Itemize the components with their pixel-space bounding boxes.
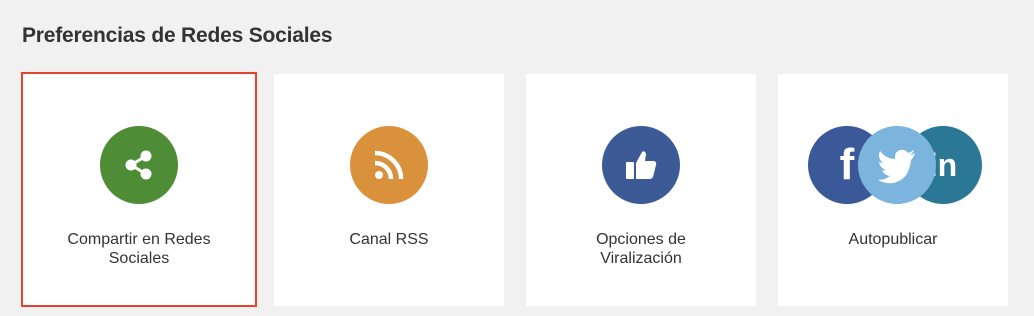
thumbs-up-icon — [602, 126, 680, 204]
card-label: Autopublicar — [848, 231, 938, 248]
card-share-social[interactable]: Compartir en Redes Sociales — [21, 72, 257, 307]
card-rss-feed[interactable]: Canal RSS — [274, 74, 504, 306]
card-label: Compartir en Redes Sociales — [67, 231, 211, 267]
card-viral-options[interactable]: Opciones de Viralización — [526, 74, 756, 306]
card-label: Canal RSS — [349, 231, 429, 248]
card-autopublish[interactable]: f in Autopublicar — [778, 74, 1008, 306]
card-label: Opciones de Viralización — [596, 231, 686, 267]
rss-icon — [350, 126, 428, 204]
share-icon — [100, 126, 178, 204]
social-icons-group: f in — [808, 126, 984, 206]
section-title: Preferencias de Redes Sociales — [22, 24, 333, 47]
twitter-icon — [858, 126, 936, 204]
